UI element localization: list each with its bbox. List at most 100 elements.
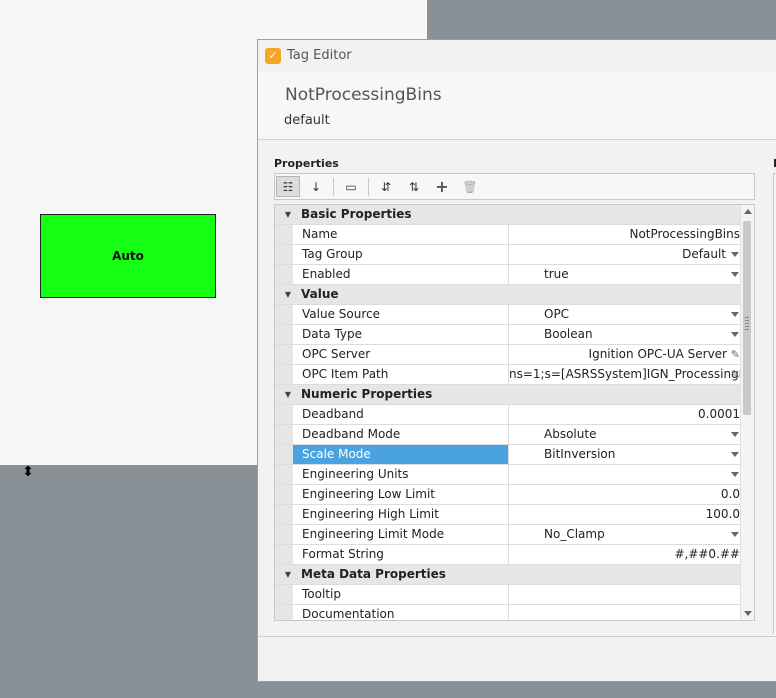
- collapse-triangle-icon[interactable]: ▼: [275, 385, 301, 404]
- section-title: Value: [301, 287, 339, 301]
- property-name: Data Type: [293, 325, 509, 344]
- tag-header: NotProcessingBins default: [258, 71, 776, 140]
- collapse-triangle-icon[interactable]: ▼: [275, 565, 301, 584]
- property-row-tag-group[interactable]: Tag Group Default: [275, 245, 754, 265]
- property-name: Engineering High Limit: [293, 505, 509, 524]
- property-row-documentation[interactable]: Documentation: [275, 605, 754, 620]
- property-row-engineering-high-limit[interactable]: Engineering High Limit 100.0: [275, 505, 754, 525]
- property-value-dropdown[interactable]: Absolute: [509, 425, 743, 444]
- property-value-dropdown[interactable]: No_Clamp: [509, 525, 743, 544]
- section-title: Meta Data Properties: [301, 567, 446, 581]
- property-row-name[interactable]: Name NotProcessingBins: [275, 225, 754, 245]
- sort-az-icon[interactable]: ↓: [304, 176, 328, 197]
- dropdown-caret-icon: [731, 532, 739, 537]
- property-name: Scale Mode: [293, 445, 509, 464]
- property-row-engineering-limit-mode[interactable]: Engineering Limit Mode No_Clamp: [275, 525, 754, 545]
- property-value-dropdown[interactable]: true: [509, 265, 743, 284]
- property-name: Deadband Mode: [293, 425, 509, 444]
- tag-provider-label: default: [284, 113, 330, 128]
- tag-name-title: NotProcessingBins: [285, 85, 442, 105]
- property-value[interactable]: 0.0001: [509, 405, 743, 424]
- property-value-dropdown[interactable]: OPC: [509, 305, 743, 324]
- property-row-opc-item-path[interactable]: OPC Item Path ns=1;s=[ASRSSystem]IGN_Pro…: [275, 365, 754, 385]
- section-basic-properties[interactable]: ▼ Basic Properties: [275, 205, 754, 225]
- pencil-icon[interactable]: ✎: [731, 345, 740, 364]
- property-row-enabled[interactable]: Enabled true: [275, 265, 754, 285]
- property-name: Tooltip: [293, 585, 509, 604]
- property-row-data-type[interactable]: Data Type Boolean: [275, 325, 754, 345]
- categorized-view-icon[interactable]: ☷: [276, 176, 300, 197]
- auto-status-indicator[interactable]: Auto: [40, 214, 216, 298]
- property-name: Engineering Low Limit: [293, 485, 509, 504]
- resize-handle-icon[interactable]: ⬍: [21, 464, 35, 480]
- property-value-dropdown[interactable]: [509, 465, 743, 484]
- scroll-up-icon[interactable]: [744, 209, 752, 214]
- toolbar-separator: [333, 177, 334, 196]
- collapse-triangle-icon[interactable]: ▼: [275, 285, 301, 304]
- property-name: Tag Group: [293, 245, 509, 264]
- property-name: OPC Item Path: [293, 365, 509, 384]
- tag-editor-dialog: ✓ Tag Editor NotProcessingBins default P…: [257, 39, 776, 682]
- property-name: Engineering Units: [293, 465, 509, 484]
- binding-icon[interactable]: ▭: [339, 176, 363, 197]
- dropdown-caret-icon: [731, 312, 739, 317]
- property-value-editable[interactable]: ns=1;s=[ASRSSystem]IGN_ProcessingE ✎: [509, 365, 743, 384]
- scroll-down-icon[interactable]: [744, 611, 752, 616]
- properties-heading: Properties: [274, 157, 339, 170]
- section-title: Numeric Properties: [301, 387, 433, 401]
- pencil-icon[interactable]: ✎: [731, 365, 740, 384]
- dialog-titlebar[interactable]: ✓ Tag Editor: [258, 40, 776, 71]
- property-value-editable[interactable]: Ignition OPC-UA Server ✎: [509, 345, 743, 364]
- property-name: OPC Server: [293, 345, 509, 364]
- property-name: Engineering Limit Mode: [293, 525, 509, 544]
- property-name: Documentation: [293, 605, 509, 620]
- toolbar-separator: [368, 177, 369, 196]
- property-name: Format String: [293, 545, 509, 564]
- property-value-dropdown[interactable]: Boolean: [509, 325, 743, 344]
- property-name: Name: [293, 225, 509, 244]
- delete-icon[interactable]: 🗑: [458, 176, 482, 197]
- dropdown-caret-icon: [731, 272, 739, 277]
- property-row-scale-mode[interactable]: Scale Mode BitInversion: [275, 445, 754, 465]
- property-value[interactable]: NotProcessingBins: [509, 225, 743, 244]
- property-row-engineering-units[interactable]: Engineering Units: [275, 465, 754, 485]
- section-meta-data-properties[interactable]: ▼ Meta Data Properties: [275, 565, 754, 585]
- section-numeric-properties[interactable]: ▼ Numeric Properties: [275, 385, 754, 405]
- section-title: Basic Properties: [301, 207, 412, 221]
- add-icon[interactable]: +: [430, 176, 454, 197]
- properties-toolbar: ☷ ↓ ▭ ⇵ ⇅ + 🗑: [274, 173, 755, 200]
- property-row-format-string[interactable]: Format String #,##0.##: [275, 545, 754, 565]
- vertical-scrollbar[interactable]: [740, 205, 754, 620]
- property-value[interactable]: 100.0: [509, 505, 743, 524]
- scrollbar-thumb[interactable]: [743, 221, 751, 415]
- property-value-dropdown[interactable]: Default: [509, 245, 743, 264]
- ignition-logo-icon: ✓: [265, 47, 281, 64]
- property-row-deadband-mode[interactable]: Deadband Mode Absolute: [275, 425, 754, 445]
- property-name: Deadband: [293, 405, 509, 424]
- property-value-dropdown[interactable]: BitInversion: [509, 445, 743, 464]
- property-name: Value Source: [293, 305, 509, 324]
- property-row-engineering-low-limit[interactable]: Engineering Low Limit 0.0: [275, 485, 754, 505]
- dropdown-caret-icon: [731, 472, 739, 477]
- property-grid: ▼ Basic Properties Name NotProcessingBin…: [274, 204, 755, 621]
- property-row-value-source[interactable]: Value Source OPC: [275, 305, 754, 325]
- auto-label: Auto: [112, 249, 144, 263]
- property-row-opc-server[interactable]: OPC Server Ignition OPC-UA Server ✎: [275, 345, 754, 365]
- dropdown-caret-icon: [731, 432, 739, 437]
- property-value[interactable]: [509, 605, 743, 620]
- dropdown-caret-icon: [731, 332, 739, 337]
- dropdown-caret-icon: [731, 452, 739, 457]
- property-value[interactable]: #,##0.##: [509, 545, 743, 564]
- expand-all-icon[interactable]: ⇵: [374, 176, 398, 197]
- property-row-tooltip[interactable]: Tooltip: [275, 585, 754, 605]
- property-value[interactable]: [509, 585, 743, 604]
- footer-divider: [258, 636, 776, 637]
- section-value[interactable]: ▼ Value: [275, 285, 754, 305]
- collapse-triangle-icon[interactable]: ▼: [275, 205, 301, 224]
- dialog-title: Tag Editor: [287, 48, 352, 63]
- property-name: Enabled: [293, 265, 509, 284]
- property-row-deadband[interactable]: Deadband 0.0001: [275, 405, 754, 425]
- collapse-all-icon[interactable]: ⇅: [402, 176, 426, 197]
- dropdown-caret-icon: [731, 252, 739, 257]
- property-value[interactable]: 0.0: [509, 485, 743, 504]
